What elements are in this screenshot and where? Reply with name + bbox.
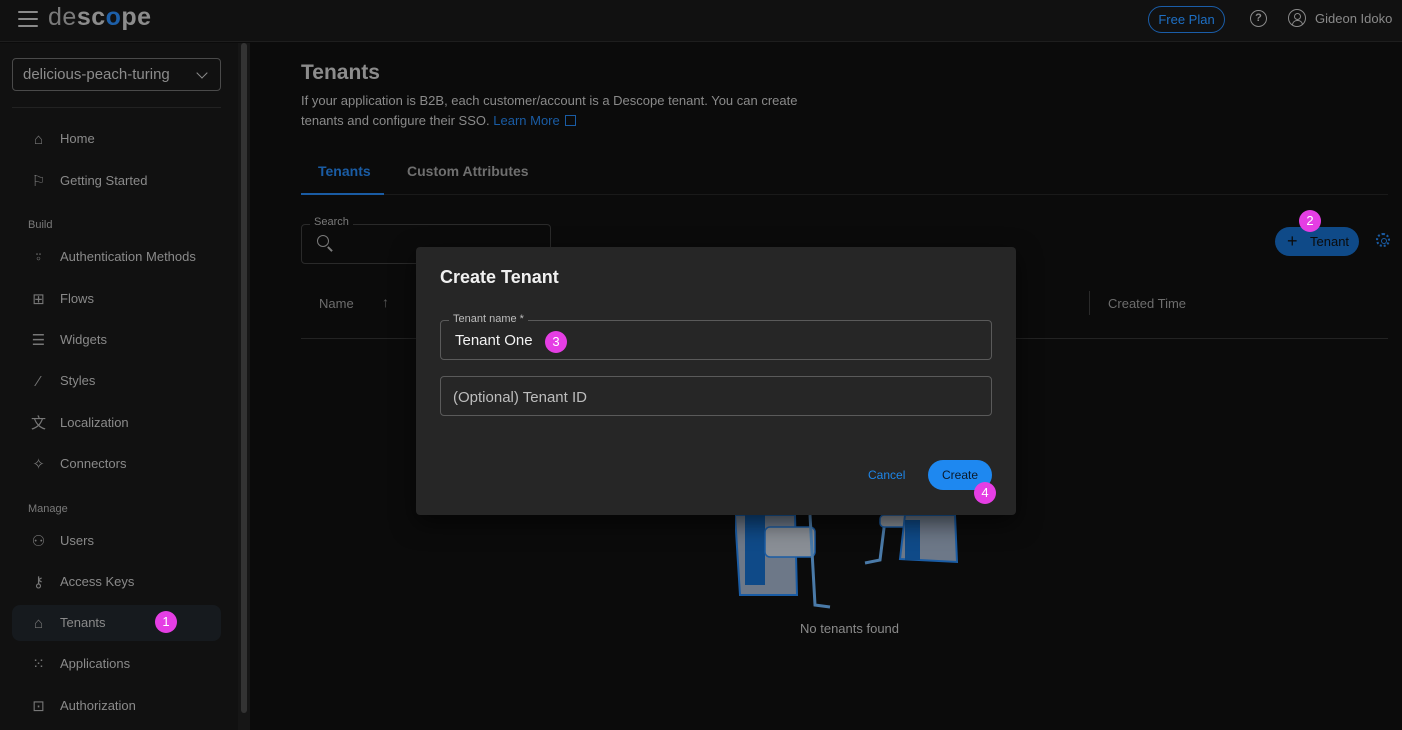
sidebar-item-applications[interactable]: ⁙ Applications bbox=[12, 646, 221, 682]
sidebar-item-flows[interactable]: ⊞ Flows bbox=[12, 281, 221, 317]
puzzle-icon: ✧ bbox=[32, 456, 45, 473]
tenants-icon: ⌂ bbox=[33, 615, 44, 632]
user-check-icon: ⍤ bbox=[33, 249, 43, 266]
section-label-manage: Manage bbox=[28, 503, 68, 515]
tabs-divider bbox=[301, 194, 1388, 195]
chevron-down-icon bbox=[196, 67, 208, 79]
page-description: If your application is B2B, each custome… bbox=[301, 91, 841, 131]
sidebar-item-localization[interactable]: 文 Localization bbox=[12, 405, 221, 441]
sidebar-item-users[interactable]: ⚇ Users bbox=[12, 523, 221, 559]
scrollbar-thumb[interactable] bbox=[241, 43, 247, 713]
add-tenant-button[interactable]: + Tenant bbox=[1275, 227, 1359, 256]
flow-icon: ⊞ bbox=[32, 291, 45, 308]
sidebar-item-label: Styles bbox=[60, 373, 96, 388]
descope-logo[interactable]: descope bbox=[48, 3, 152, 32]
plus-icon: + bbox=[1287, 231, 1298, 251]
tenant-name-field[interactable] bbox=[440, 320, 992, 360]
sidebar-item-label: Flows bbox=[60, 291, 94, 306]
sidebar-item-authentication-methods[interactable]: ⍤ Authentication Methods bbox=[12, 239, 221, 275]
active-tab-indicator bbox=[301, 193, 384, 195]
sidebar-item-label: Home bbox=[60, 131, 95, 146]
sidebar-item-label: Users bbox=[60, 533, 94, 548]
search-icon bbox=[317, 235, 329, 247]
menu-icon[interactable] bbox=[18, 11, 38, 27]
illustration-arm-left bbox=[745, 515, 765, 585]
free-plan-button[interactable]: Free Plan bbox=[1148, 6, 1225, 33]
tab-custom-attributes[interactable]: Custom Attributes bbox=[407, 163, 529, 179]
flag-icon: ⚐ bbox=[31, 173, 46, 190]
column-separator bbox=[1089, 291, 1090, 315]
sidebar-item-label: Authorization bbox=[60, 698, 136, 713]
help-icon[interactable]: ? bbox=[1250, 10, 1267, 27]
column-header-created-time[interactable]: Created Time bbox=[1108, 296, 1186, 311]
widgets-icon: ☰ bbox=[31, 332, 46, 349]
sidebar-item-tenants[interactable]: ⌂ Tenants bbox=[12, 605, 221, 641]
sidebar-item-access-keys[interactable]: ⚷ Access Keys bbox=[12, 564, 221, 600]
learn-more-link[interactable]: Learn More bbox=[493, 113, 576, 128]
section-label-build: Build bbox=[28, 219, 53, 231]
sort-arrow-up-icon[interactable]: ↑ bbox=[382, 294, 389, 310]
page-title: Tenants bbox=[301, 61, 380, 84]
empty-state-illustration bbox=[735, 515, 959, 609]
sidebar-divider bbox=[12, 107, 221, 108]
empty-state-text: No tenants found bbox=[800, 621, 900, 636]
illustration-hand-left bbox=[764, 526, 816, 558]
illustration-arm-right bbox=[905, 520, 920, 560]
apps-grid-icon: ⁙ bbox=[32, 656, 45, 673]
sidebar-item-label: Connectors bbox=[60, 456, 127, 471]
user-avatar-icon[interactable] bbox=[1288, 9, 1306, 27]
step-badge-2: 2 bbox=[1299, 210, 1321, 232]
sidebar-item-label: Authentication Methods bbox=[60, 249, 196, 264]
tenant-id-placeholder: (Optional) Tenant ID bbox=[453, 389, 587, 406]
sidebar-item-label: Access Keys bbox=[60, 574, 135, 589]
step-badge-1: 1 bbox=[155, 611, 177, 633]
create-tenant-dialog: Create Tenant Tenant name * 3 (Optional)… bbox=[416, 247, 1016, 515]
sidebar-item-styles[interactable]: ⁄ Styles bbox=[12, 363, 221, 399]
brush-icon: ⁄ bbox=[37, 373, 40, 390]
sidebar-scrollbar[interactable] bbox=[238, 43, 250, 730]
top-bar: descope Free Plan ? Gideon Idoko bbox=[0, 0, 1402, 42]
tenant-id-field[interactable]: (Optional) Tenant ID bbox=[440, 376, 992, 416]
add-tenant-label: Tenant bbox=[1310, 234, 1350, 249]
tenant-name-label: Tenant name * bbox=[449, 313, 528, 325]
key-icon: ⚷ bbox=[33, 574, 44, 591]
project-name: delicious-peach-turing bbox=[23, 66, 170, 83]
sidebar-item-authorization[interactable]: ⊡ Authorization bbox=[12, 688, 221, 724]
translate-icon: 文 bbox=[30, 415, 46, 432]
lock-icon: ⊡ bbox=[32, 698, 45, 715]
sidebar-item-connectors[interactable]: ✧ Connectors bbox=[12, 446, 221, 482]
gear-icon[interactable] bbox=[1376, 233, 1390, 247]
sidebar-item-label: Getting Started bbox=[60, 173, 148, 188]
step-badge-4: 4 bbox=[974, 482, 996, 504]
search-label: Search bbox=[310, 216, 353, 228]
sidebar-item-label: Applications bbox=[60, 656, 131, 671]
tenant-name-input[interactable] bbox=[455, 332, 955, 349]
sidebar-item-widgets[interactable]: ☰ Widgets bbox=[12, 322, 221, 358]
project-select[interactable]: delicious-peach-turing bbox=[12, 58, 221, 91]
tab-tenants[interactable]: Tenants bbox=[318, 163, 371, 179]
user-name[interactable]: Gideon Idoko bbox=[1315, 11, 1392, 26]
users-icon: ⚇ bbox=[31, 533, 46, 550]
step-badge-3: 3 bbox=[545, 331, 567, 353]
sidebar-item-getting-started[interactable]: ⚐ Getting Started bbox=[12, 163, 221, 199]
column-header-name[interactable]: Name bbox=[319, 296, 354, 311]
sidebar-item-label: Localization bbox=[60, 415, 129, 430]
external-link-icon bbox=[564, 115, 576, 126]
sidebar-item-home[interactable]: ⌂ Home bbox=[12, 121, 221, 157]
dialog-title: Create Tenant bbox=[440, 267, 559, 287]
learn-more-label: Learn More bbox=[493, 113, 560, 128]
sidebar-item-label: Widgets bbox=[60, 332, 107, 347]
cancel-button[interactable]: Cancel bbox=[868, 468, 905, 482]
home-icon: ⌂ bbox=[33, 131, 44, 148]
sidebar-item-label: Tenants bbox=[60, 615, 106, 630]
